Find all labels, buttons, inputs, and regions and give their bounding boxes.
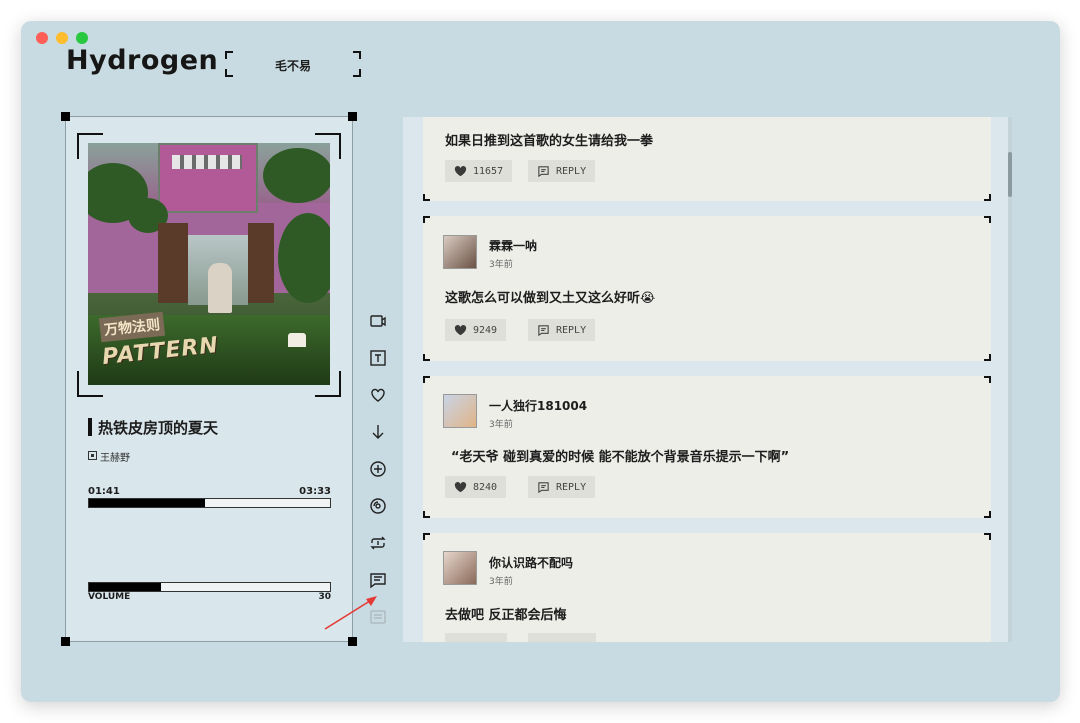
reply-icon [538, 324, 549, 336]
reply-button[interactable]: REPLY [528, 476, 596, 498]
art-figure [208, 263, 232, 313]
like-count: 9249 [473, 324, 498, 336]
user-name[interactable]: 你认识路不配吗 [489, 554, 573, 571]
like-count: 8240 [473, 481, 498, 493]
resize-handle[interactable] [348, 637, 357, 646]
title-marker [88, 418, 92, 436]
user-name[interactable]: 霖霖一呐 [489, 237, 537, 254]
corner-bracket [423, 216, 430, 223]
corner-bracket [423, 511, 430, 518]
avatar[interactable] [443, 235, 477, 269]
mv-icon[interactable] [366, 309, 390, 333]
song-title: 热铁皮房顶的夏天 [98, 419, 219, 437]
like-button[interactable] [445, 633, 507, 642]
maximize-window-button[interactable] [76, 32, 88, 44]
reply-icon [538, 481, 549, 493]
scrollbar[interactable] [1008, 117, 1012, 642]
heart-icon[interactable] [366, 383, 390, 407]
download-icon[interactable] [366, 420, 390, 444]
album-icon[interactable] [366, 494, 390, 518]
total-time: 03:33 [299, 486, 331, 497]
reply-icon [538, 165, 549, 177]
post-time: 3年前 [489, 260, 513, 270]
like-button[interactable]: 11657 [445, 160, 513, 182]
corner-bracket [984, 354, 991, 361]
volume-fill [89, 583, 162, 591]
search-input[interactable]: 毛不易 [225, 57, 361, 74]
reply-button[interactable] [528, 633, 596, 642]
player-panel: 万物法则 PATTERN 热铁皮房顶的夏天 王赫野 01:41 03:33 VO… [65, 116, 353, 642]
comment-text: “老天爷 碰到真爱的时候 能不能放个背景音乐提示一下啊” [451, 450, 790, 465]
corner-bracket [423, 376, 430, 383]
app-window: Hydrogen 毛不易 万物法则 PATTERN 热铁皮房顶的夏天 王赫野 0… [21, 21, 1060, 702]
repeat-one-icon[interactable] [366, 531, 390, 555]
comment-text: 如果日推到这首歌的女生请给我一拳 [445, 134, 654, 149]
corner-bracket [423, 533, 430, 540]
comment-card: 如果日推到这首歌的女生请给我一拳 11657 REPLY [423, 117, 991, 201]
artist-name[interactable]: 王赫野 [100, 449, 130, 464]
art-door [158, 223, 188, 303]
resize-handle[interactable] [348, 112, 357, 121]
art-tree [278, 213, 330, 303]
corner-bracket [984, 216, 991, 223]
art-tree [263, 148, 330, 203]
like-button[interactable]: 9249 [445, 319, 507, 341]
app-title: Hydrogen [66, 45, 219, 76]
resize-handle[interactable] [61, 637, 70, 646]
art-lamp [288, 333, 306, 347]
reply-button[interactable]: REPLY [528, 319, 596, 341]
scrollbar-thumb[interactable] [1008, 152, 1012, 197]
post-time: 3年前 [489, 577, 513, 587]
annotation-arrow-icon [324, 596, 377, 630]
corner-bracket [423, 194, 430, 201]
art-house [158, 143, 258, 213]
corner-bracket [423, 354, 430, 361]
album-art-frame: 万物法则 PATTERN [77, 133, 341, 397]
corner-bracket [984, 511, 991, 518]
resize-handle[interactable] [61, 112, 70, 121]
user-name[interactable]: 一人独行181004 [489, 397, 587, 414]
corner-bracket [984, 533, 991, 540]
art-door [248, 223, 274, 303]
like-button[interactable]: 8240 [445, 476, 507, 498]
avatar[interactable] [443, 394, 477, 428]
reply-button[interactable]: REPLY [528, 160, 596, 182]
album-art[interactable]: 万物法则 PATTERN [88, 143, 330, 385]
comments-icon[interactable] [366, 568, 390, 592]
reply-label: REPLY [556, 324, 587, 336]
add-icon[interactable] [366, 457, 390, 481]
lyrics-icon[interactable] [366, 346, 390, 370]
volume-slider[interactable] [88, 582, 331, 592]
comment-card: 一人独行181004 3年前 “老天爷 碰到真爱的时候 能不能放个背景音乐提示一… [423, 376, 991, 518]
current-time: 01:41 [88, 486, 120, 497]
heart-icon [454, 481, 467, 492]
search-box[interactable]: 毛不易 [225, 51, 361, 77]
heart-icon [454, 324, 467, 335]
comments-panel[interactable]: 如果日推到这首歌的女生请给我一拳 11657 REPLY 霖霖一呐 3年前 这歌… [403, 117, 1012, 642]
comment-card: 你认识路不配吗 3年前 去做吧 反正都会后悔 [423, 533, 991, 642]
minimize-window-button[interactable] [56, 32, 68, 44]
heart-icon [454, 165, 467, 176]
reply-label: REPLY [556, 165, 587, 177]
close-window-button[interactable] [36, 32, 48, 44]
progress-fill [89, 499, 205, 507]
post-time: 3年前 [489, 420, 513, 430]
reply-label: REPLY [556, 481, 587, 493]
corner-bracket [984, 194, 991, 201]
volume-label: VOLUME [88, 592, 131, 602]
comment-card: 霖霖一呐 3年前 这歌怎么可以做到又土又这么好听😭 9249 REPLY [423, 216, 991, 361]
corner-bracket [984, 376, 991, 383]
avatar[interactable] [443, 551, 477, 585]
like-count: 11657 [473, 165, 504, 177]
artist-icon [88, 451, 97, 460]
comment-text: 这歌怎么可以做到又土又这么好听😭 [445, 291, 656, 306]
comment-text: 去做吧 反正都会后悔 [445, 608, 567, 623]
progress-bar[interactable] [88, 498, 331, 508]
